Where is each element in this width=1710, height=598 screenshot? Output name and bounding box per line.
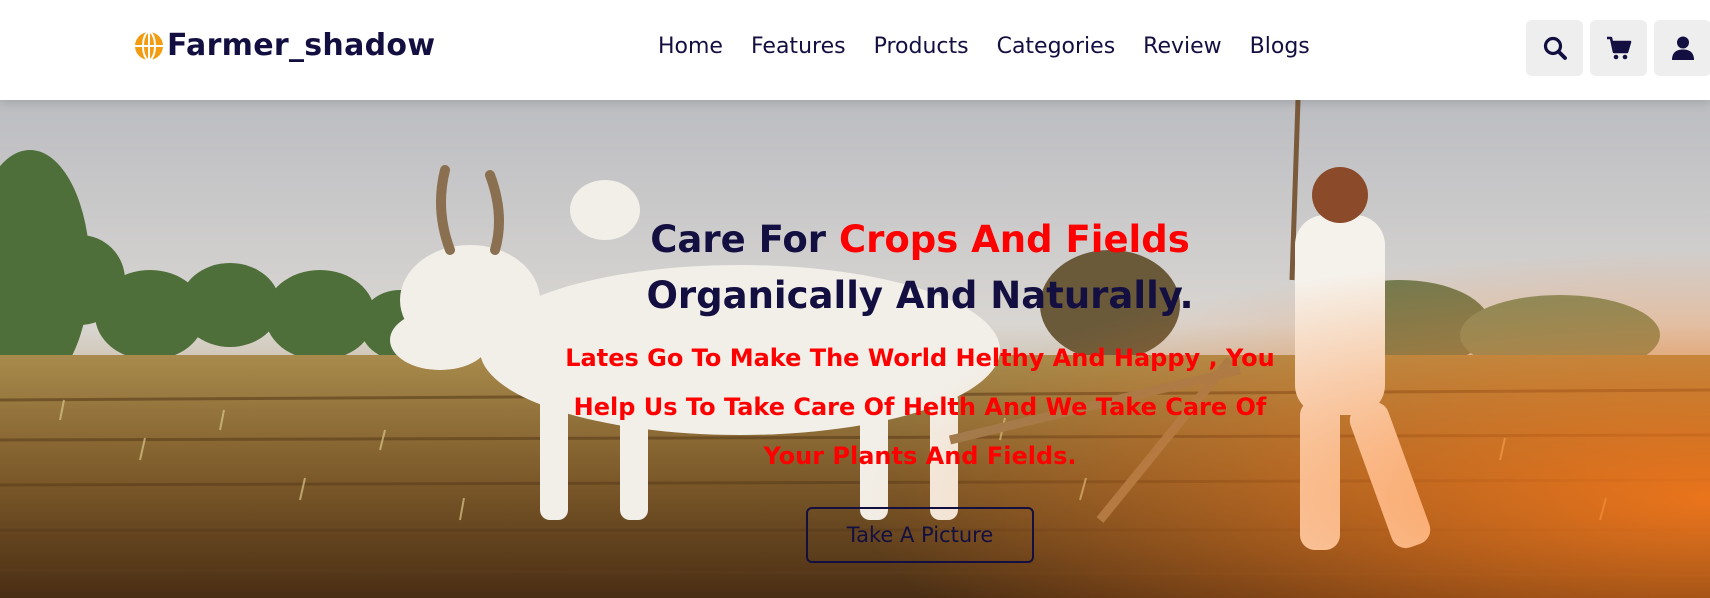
nav-features[interactable]: Features	[751, 34, 846, 59]
globe-icon	[133, 30, 165, 62]
cart-button[interactable]	[1590, 20, 1647, 76]
nav-home[interactable]: Home	[658, 34, 723, 59]
nav-categories[interactable]: Categories	[997, 34, 1116, 59]
hero-title-part2: Organically And Naturally.	[646, 274, 1194, 317]
user-icon	[1671, 36, 1694, 60]
nav-review[interactable]: Review	[1143, 34, 1222, 59]
cart-icon	[1606, 36, 1631, 60]
search-button[interactable]	[1526, 20, 1583, 76]
hero-section: Care For Crops And Fields Organically An…	[0, 100, 1710, 598]
nav-blogs[interactable]: Blogs	[1250, 34, 1310, 59]
header-icons	[1526, 20, 1710, 76]
logo[interactable]: Farmer_shadow	[133, 28, 435, 63]
hero-title-part1: Care For	[650, 218, 839, 261]
main-nav: Home Features Products Categories Review…	[658, 34, 1338, 59]
hero-content: Care For Crops And Fields Organically An…	[540, 212, 1300, 563]
search-icon	[1543, 36, 1567, 60]
logo-text: Farmer_shadow	[167, 28, 436, 63]
site-header: Farmer_shadow Home Features Products Cat…	[0, 0, 1710, 100]
hero-description: Lates Go To Make The World Helthy And Ha…	[565, 344, 1275, 470]
hero-title-highlight: Crops And Fields	[838, 218, 1190, 261]
hero-title: Care For Crops And Fields Organically An…	[540, 212, 1300, 324]
user-button[interactable]	[1654, 20, 1710, 76]
take-picture-button[interactable]: Take A Picture	[806, 507, 1034, 563]
nav-products[interactable]: Products	[874, 34, 969, 59]
